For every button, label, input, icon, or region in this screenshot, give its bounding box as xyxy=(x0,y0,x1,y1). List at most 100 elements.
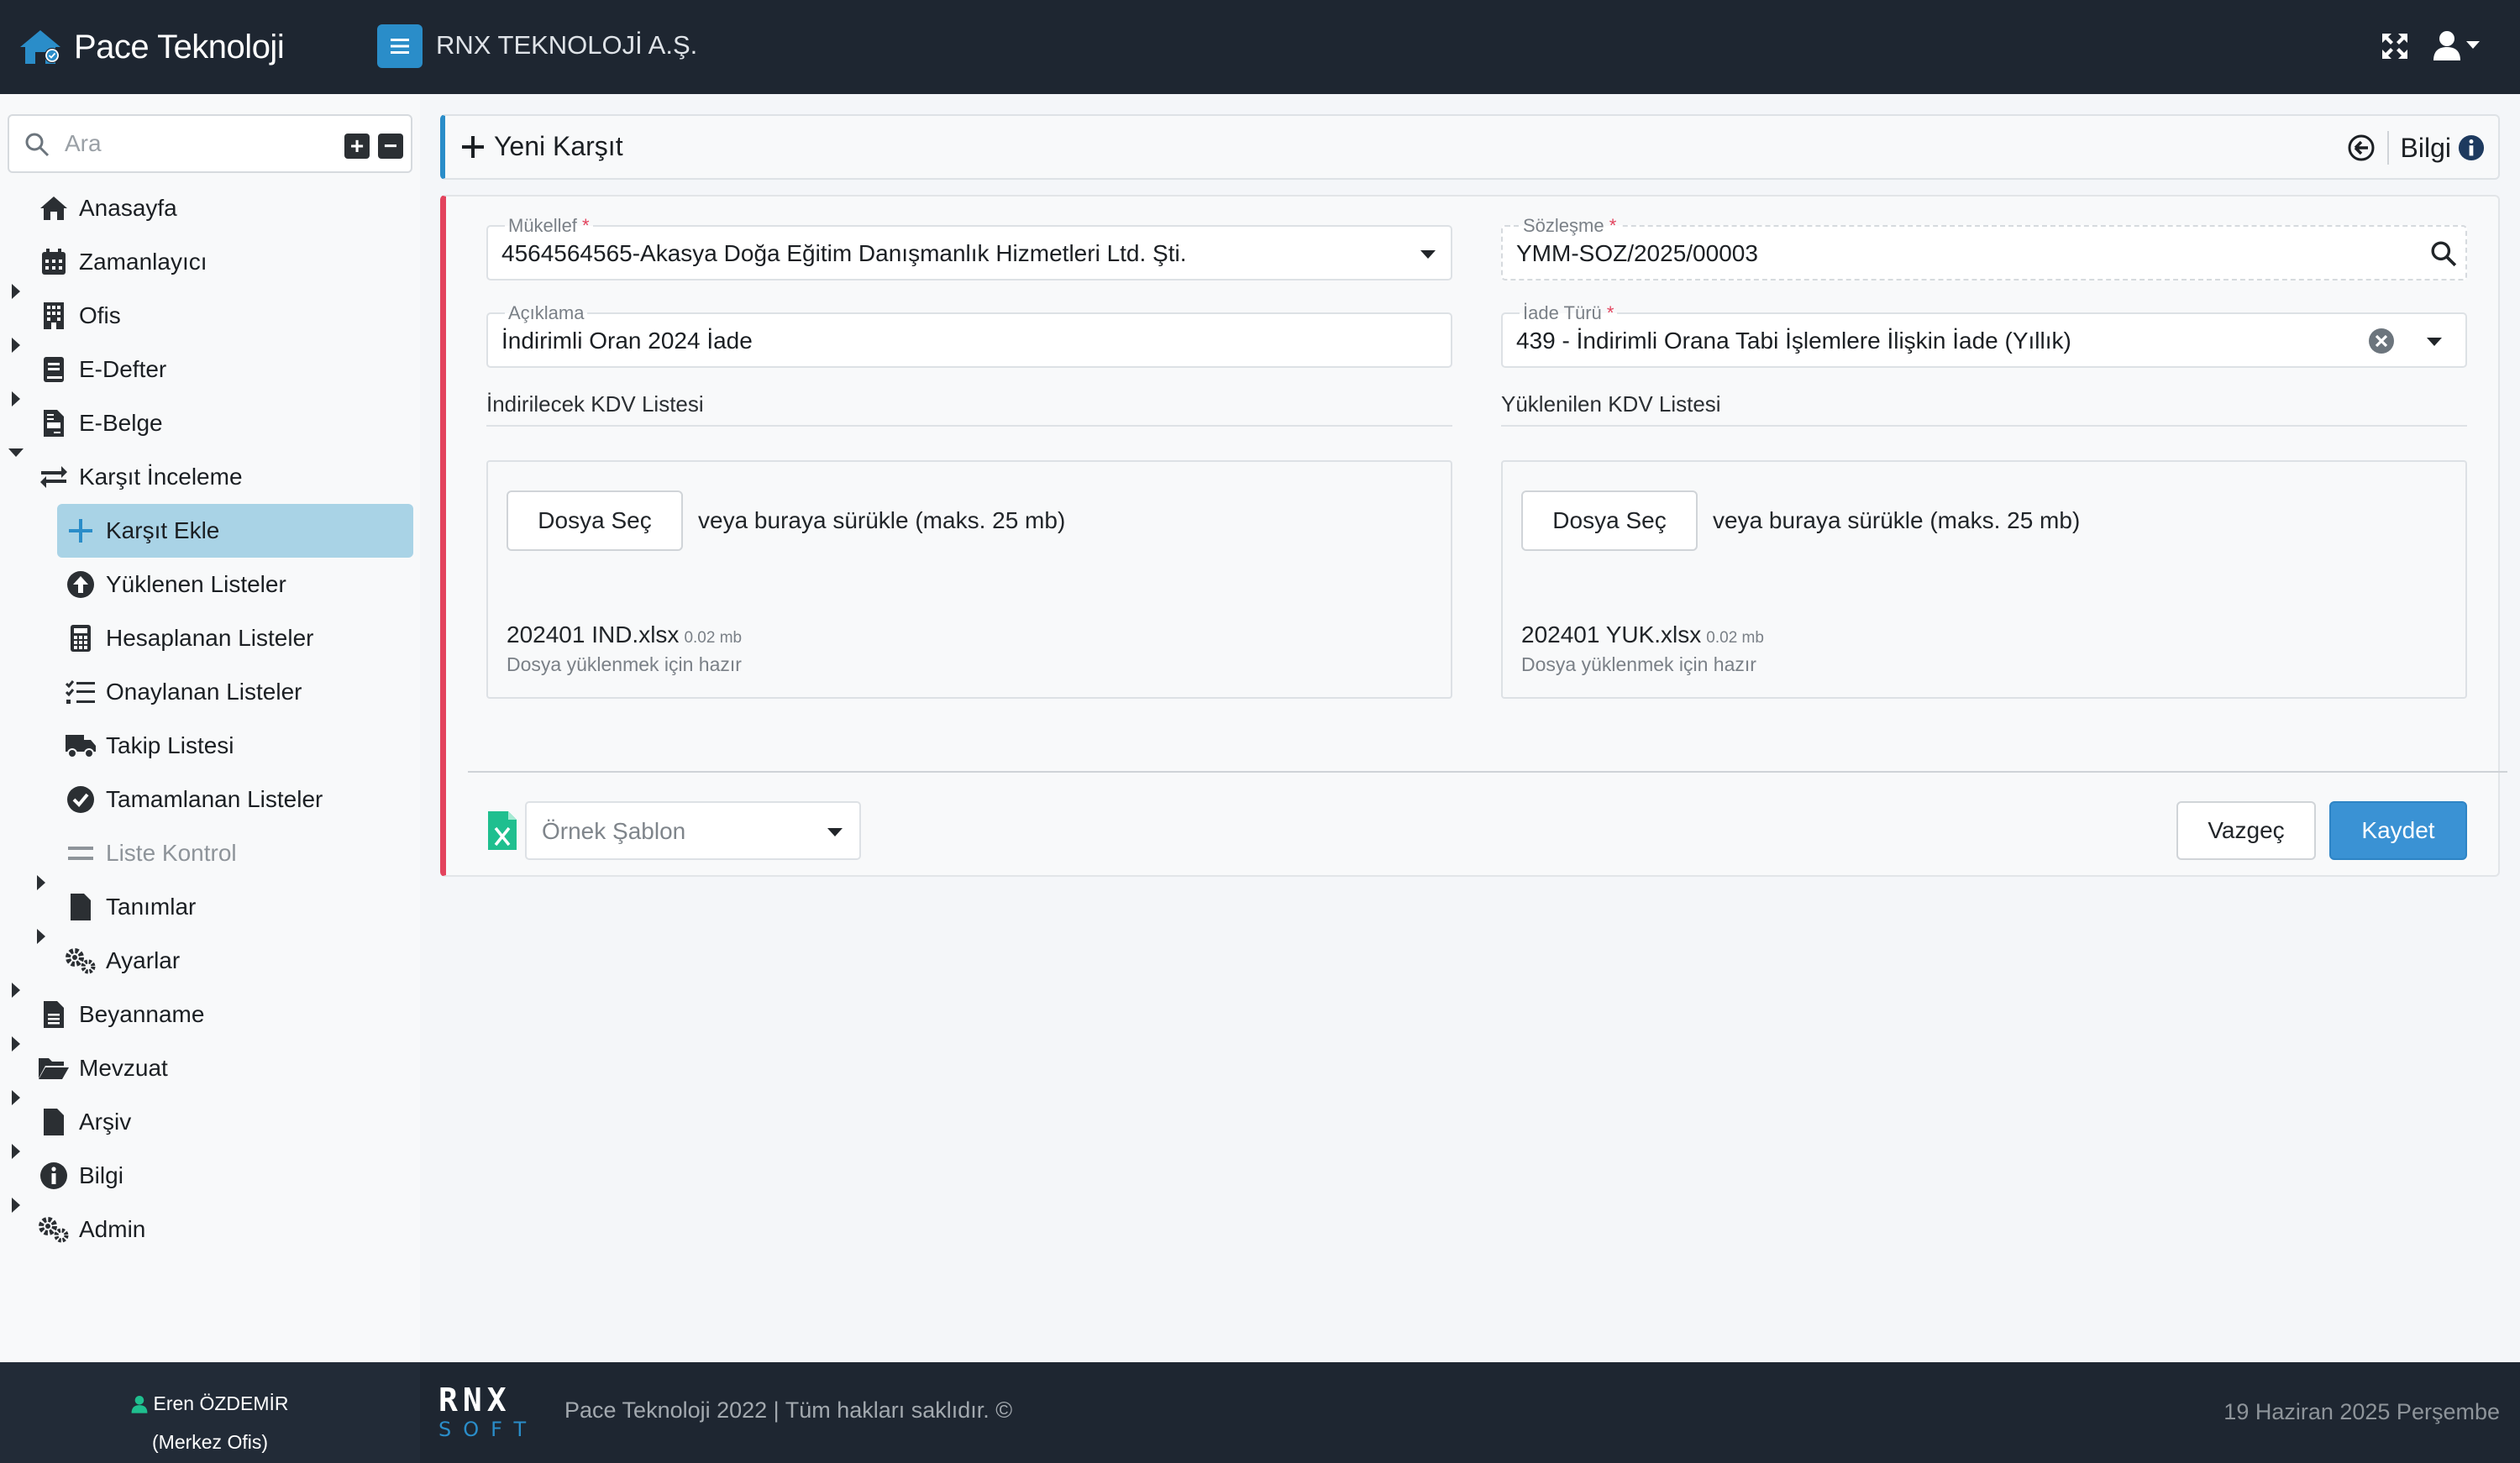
iade-turu-value: 439 - İndirimli Orana Tabi İşlemlere İli… xyxy=(1516,328,2071,354)
sidebar-item-onaylanan-listeler[interactable]: Onaylanan Listeler xyxy=(64,665,302,719)
divider xyxy=(2386,131,2389,165)
aciklama-value: İndirimli Oran 2024 İade xyxy=(501,328,753,354)
footer-copyright: Pace Teknoloji 2022 | Tüm hakları saklıd… xyxy=(564,1397,1013,1423)
caret-down-icon[interactable] xyxy=(8,448,24,457)
building-icon xyxy=(37,299,71,333)
back-circle-icon[interactable] xyxy=(2347,134,2376,162)
footer-user-panel: Eren ÖZDEMİR (Merkez Ofis) xyxy=(0,1362,420,1463)
sidebar-item-liste-kontrol[interactable]: Liste Kontrol xyxy=(64,826,237,880)
caret-right-icon[interactable] xyxy=(12,391,20,406)
sidebar-item-label: Admin xyxy=(79,1216,146,1242)
footer-user[interactable]: Eren ÖZDEMİR xyxy=(0,1392,420,1415)
caret-right-icon[interactable] xyxy=(12,983,20,998)
collapse-all-button[interactable]: − xyxy=(378,134,403,159)
sidebar-item-label: Hesaplanan Listeler xyxy=(106,625,314,651)
brand-name: Pace Teknoloji xyxy=(74,28,285,66)
plus-icon: + xyxy=(349,133,365,159)
chevron-down-icon xyxy=(827,828,843,836)
sidebar-item-zamanlayici[interactable]: Zamanlayıcı xyxy=(37,235,207,289)
expand-all-button[interactable]: + xyxy=(344,134,370,159)
form-card: Mükellef * 4564564565-Akasya Doğa Eğitim… xyxy=(440,195,2507,877)
sidebar-item-mevzuat[interactable]: Mevzuat xyxy=(37,1041,168,1095)
menu-toggle-button[interactable] xyxy=(377,24,423,68)
minus-icon: − xyxy=(383,133,398,159)
cancel-button[interactable]: Vazgeç xyxy=(2176,801,2316,860)
caret-right-icon[interactable] xyxy=(12,338,20,353)
file-name: 202401 IND.xlsx xyxy=(507,621,680,648)
iade-turu-select[interactable]: İade Türü * 439 - İndirimli Orana Tabi İ… xyxy=(1501,302,2467,368)
info-button[interactable]: Bilgi xyxy=(2401,133,2485,164)
truck-icon xyxy=(64,729,97,763)
sidebar-item-label: Arşiv xyxy=(79,1109,132,1135)
sidebar-item-arsiv[interactable]: Arşiv xyxy=(37,1095,131,1149)
sidebar-item-ofis[interactable]: Ofis xyxy=(37,289,121,343)
page-title-text: Yeni Karşıt xyxy=(494,131,623,161)
sidebar-item-e-defter[interactable]: E-Defter xyxy=(37,343,166,396)
caret-right-icon[interactable] xyxy=(37,929,45,944)
indirilecek-kdv-dropzone[interactable]: Dosya Seç veya buraya sürükle (maks. 25 … xyxy=(486,460,1452,699)
sidebar-item-karsit-inceleme[interactable]: Karşıt İnceleme xyxy=(37,450,243,504)
caret-right-icon[interactable] xyxy=(12,1090,20,1105)
caret-right-icon[interactable] xyxy=(12,1036,20,1051)
calendar-icon xyxy=(37,245,71,279)
sidebar-item-beyanname[interactable]: Beyanname xyxy=(37,988,204,1041)
sidebar-search-input[interactable] xyxy=(65,126,333,161)
drop-hint: veya buraya sürükle (maks. 25 mb) xyxy=(698,507,1066,533)
aciklama-input[interactable]: Açıklama İndirimli Oran 2024 İade xyxy=(486,302,1452,368)
sidebar-item-anasayfa[interactable]: Anasayfa xyxy=(37,181,177,235)
cogs-icon xyxy=(37,1213,71,1246)
caret-right-icon[interactable] xyxy=(12,1144,20,1159)
indirilecek-kdv-title: İndirilecek KDV Listesi xyxy=(486,391,704,417)
sozlesme-label: Sözleşme * xyxy=(1520,215,1620,237)
file-size: 0.02 mb xyxy=(1706,629,1764,647)
hamburger-icon xyxy=(391,39,409,54)
yuklenilen-kdv-title: Yüklenilen KDV Listesi xyxy=(1501,391,1721,417)
mukellef-label: Mükellef * xyxy=(505,215,593,237)
save-button[interactable]: Kaydet xyxy=(2329,801,2467,860)
aciklama-label: Açıklama xyxy=(505,302,588,324)
sidebar-item-hesaplanan-listeler[interactable]: Hesaplanan Listeler xyxy=(64,611,314,665)
search-icon[interactable] xyxy=(2430,240,2457,267)
sidebar-item-yuklenen-listeler[interactable]: Yüklenen Listeler xyxy=(64,558,286,611)
sidebar-item-tanimlar[interactable]: Tanımlar xyxy=(64,880,196,934)
user-menu[interactable] xyxy=(2433,30,2480,60)
sidebar-item-tamamlanan-listeler[interactable]: Tamamlanan Listeler xyxy=(64,773,323,826)
main-content: Yeni Karşıt Bilgi Mükellef * 4564564565-… xyxy=(420,94,2520,1362)
sidebar-item-label: Mevzuat xyxy=(79,1055,168,1081)
sidebar-item-ayarlar[interactable]: Ayarlar xyxy=(64,934,180,988)
plus-icon xyxy=(64,514,97,548)
sidebar-item-label: Ofis xyxy=(79,302,121,328)
caret-right-icon[interactable] xyxy=(12,1198,20,1213)
sidebar-item-label: Karşıt İnceleme xyxy=(79,464,243,490)
sidebar-item-label: Ayarlar xyxy=(106,947,181,973)
clear-circle-icon[interactable] xyxy=(2368,328,2395,354)
home-icon xyxy=(37,191,71,225)
sidebar-item-admin[interactable]: Admin xyxy=(37,1203,145,1256)
info-circle-icon xyxy=(2458,134,2485,161)
caret-right-icon[interactable] xyxy=(37,875,45,890)
sidebar-item-karsit-ekle[interactable]: Karşıt Ekle xyxy=(57,504,413,558)
exchange-icon xyxy=(37,460,71,494)
sidebar-item-bilgi[interactable]: Bilgi xyxy=(37,1149,123,1203)
sidebar-item-label: Anasayfa xyxy=(79,195,177,221)
caret-right-icon[interactable] xyxy=(12,284,20,299)
mukellef-value: 4564564565-Akasya Doğa Eğitim Danışmanlı… xyxy=(501,240,1187,266)
info-label: Bilgi xyxy=(2400,132,2451,163)
sidebar-item-label: E-Belge xyxy=(79,410,163,436)
dosya-sec-button-left[interactable]: Dosya Seç xyxy=(507,490,683,551)
sozlesme-field[interactable]: Sözleşme * YMM-SOZ/2025/00003 xyxy=(1501,215,2467,281)
dosya-sec-button-right[interactable]: Dosya Seç xyxy=(1521,490,1698,551)
page-header: Yeni Karşıt Bilgi xyxy=(440,114,2500,180)
yuklenilen-kdv-dropzone[interactable]: Dosya Seç veya buraya sürükle (maks. 25 … xyxy=(1501,460,2467,699)
file-text-icon xyxy=(37,998,71,1031)
excel-icon[interactable] xyxy=(486,810,518,852)
sidebar-item-e-belge[interactable]: E-Belge xyxy=(37,396,163,450)
mukellef-select[interactable]: Mükellef * 4564564565-Akasya Doğa Eğitim… xyxy=(486,215,1452,281)
fullscreen-icon[interactable] xyxy=(2381,32,2409,65)
sidebar-search: + − xyxy=(8,114,412,173)
sidebar-item-takip-listesi[interactable]: Takip Listesi xyxy=(64,719,234,773)
brand[interactable]: Pace Teknoloji xyxy=(18,24,285,71)
home-logo-icon xyxy=(20,30,60,64)
ornek-sablon-select[interactable]: Örnek Şablon xyxy=(525,801,861,860)
search-icon xyxy=(25,133,50,157)
